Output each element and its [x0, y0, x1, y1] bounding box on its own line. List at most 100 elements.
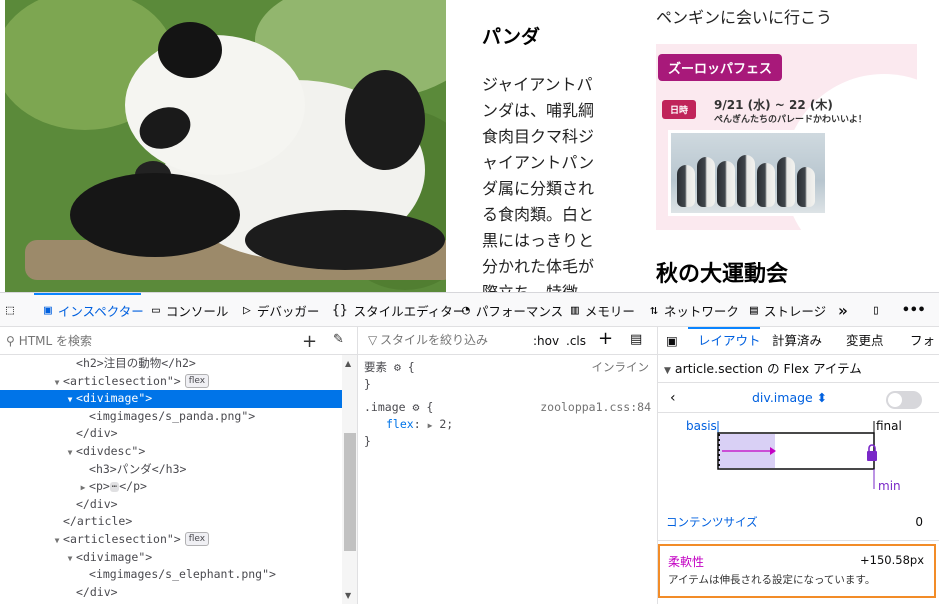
html-search-input[interactable]: [18, 333, 279, 348]
markup-node[interactable]: ▼ <divimage">: [0, 549, 342, 567]
rule-declaration[interactable]: flex: ▶ 2;: [358, 416, 657, 433]
expanded-twisty-icon[interactable]: ▼: [51, 532, 63, 550]
flex-highlight-toggle[interactable]: [886, 391, 922, 409]
sidebar-tabs: ▣ レイアウト 計算済み 変更点 フォ: [658, 327, 939, 355]
layout-view: ▣ レイアウト 計算済み 変更点 フォ ▼ article.section の …: [658, 327, 939, 604]
tab-storage[interactable]: ▤ ストレージ: [750, 293, 826, 327]
devtools-menu-button[interactable]: •••: [902, 293, 925, 327]
tab-performance[interactable]: ◔ パフォーマンス: [462, 293, 563, 327]
scrollbar-thumb[interactable]: [344, 433, 356, 551]
collapsed-twisty-icon[interactable]: ▶: [77, 479, 89, 497]
tab-network[interactable]: ⇅ ネットワーク: [650, 293, 739, 327]
markup-node[interactable]: ▼ <articlesection"> flex: [0, 373, 342, 391]
rules-toolbar: ▽ :hov .cls + ▤: [358, 327, 657, 355]
property-value[interactable]: 2: [439, 417, 446, 431]
eyedropper-icon[interactable]: ✎: [333, 332, 344, 347]
markup-node-text: <imgimages/s_elephant.png">: [89, 567, 276, 582]
tab-memory[interactable]: ▥ メモリー: [571, 293, 635, 327]
flexibility-label: 柔軟性: [668, 555, 705, 569]
gear-icon[interactable]: ⚙: [394, 360, 408, 374]
tab-changes[interactable]: 変更点: [846, 327, 884, 355]
storage-icon: ▤: [750, 302, 758, 318]
tab-style-editor[interactable]: {} スタイルエディター: [332, 293, 465, 327]
markup-node[interactable]: <h2>注目の動物</h2>: [0, 355, 342, 373]
markup-node[interactable]: <imgimages/s_panda.png">: [0, 408, 342, 426]
network-icon: ⇅: [650, 302, 658, 318]
rule-source-link[interactable]: zooloppa1.css:84: [540, 399, 651, 416]
image-rule-header: .image ⚙ { zooloppa1.css:84: [364, 399, 651, 416]
flex-item-selector-row: ‹ div.image ⬍: [658, 383, 939, 413]
markup-node[interactable]: <h3>パンダ</h3>: [0, 461, 342, 479]
style-filter-input[interactable]: [380, 333, 520, 347]
devtools-panel: ⬚ ▣ インスペクター ▭ コンソール ▷ デバッガー {} スタイルエディター…: [0, 292, 939, 604]
expanded-twisty-icon[interactable]: ▼: [64, 550, 76, 568]
markup-node[interactable]: </article>: [0, 513, 342, 531]
cls-toggle[interactable]: .cls: [566, 334, 586, 348]
markup-node[interactable]: ▼ <articlesection"> flex: [0, 531, 342, 549]
markup-node[interactable]: </div>: [0, 584, 342, 602]
tab-label: コンソール: [165, 303, 229, 319]
inline-label: インライン: [591, 360, 650, 374]
markup-node-text: <h2>注目の動物</h2>: [76, 356, 196, 370]
print-simulation-icon[interactable]: ▤: [630, 332, 642, 347]
add-rule-icon[interactable]: +: [598, 328, 613, 349]
flexibility-value: +150.58px: [860, 553, 924, 567]
collapse-icon: ▼: [664, 366, 671, 376]
more-tabs-button[interactable]: »: [838, 293, 848, 327]
tab-debugger[interactable]: ▷ デバッガー: [243, 293, 319, 327]
property-name[interactable]: flex: [386, 417, 414, 431]
gear-icon[interactable]: ⚙: [412, 400, 426, 414]
expand-icon[interactable]: ▶: [428, 421, 433, 430]
flex-badge[interactable]: flex: [184, 374, 210, 389]
flex-item-title: article.section の Flex アイテム: [674, 361, 862, 376]
markup-node-text: <h3>パンダ</h3>: [89, 461, 187, 476]
markup-node[interactable]: ▼ <divimage">: [0, 390, 342, 408]
tab-layout[interactable]: レイアウト: [698, 327, 761, 355]
penguin-link[interactable]: ペンギンに会いに行こう: [656, 4, 926, 28]
element-rule-header: 要素 ⚙ { インライン: [364, 360, 650, 374]
flex-item-select[interactable]: div.image ⬍: [752, 383, 827, 413]
back-icon[interactable]: ‹: [670, 383, 676, 413]
right-column: ペンギンに会いに行こう ズーロッパフェス 日時 9/21 (水) ~ 22 (木…: [656, 0, 926, 287]
rule-selector[interactable]: .image: [364, 400, 406, 414]
tab-console[interactable]: ▭ コンソール: [152, 293, 228, 327]
hov-toggle[interactable]: :hov: [533, 334, 559, 348]
markup-node[interactable]: </div>: [0, 425, 342, 443]
penguin-figure: [737, 155, 755, 207]
zoo-fes-banner[interactable]: ズーロッパフェス 日時 9/21 (水) ~ 22 (木) ぺんぎんたちのパレー…: [656, 44, 917, 230]
penguin-figure: [797, 167, 815, 207]
markup-view: ⚲ + ✎ <h2>注目の動物</h2>▼<articlesection">fl…: [0, 327, 358, 604]
markup-node[interactable]: <imgimages/s_elephant.png">: [0, 566, 342, 584]
markup-node-text: <imgimages/s_panda.png">: [89, 408, 256, 423]
markup-node[interactable]: ▼ <divdesc">: [0, 443, 342, 461]
markup-node[interactable]: </div>: [0, 496, 342, 514]
tab-inspector[interactable]: ▣ インスペクター: [44, 293, 144, 327]
element-rule-close: }: [364, 377, 371, 391]
markup-node-text: <divimage">: [76, 391, 153, 406]
expanded-twisty-icon[interactable]: ▼: [64, 391, 76, 409]
markup-node-text: </article>: [63, 514, 133, 529]
element-picker-button[interactable]: ⬚: [6, 293, 14, 327]
scroll-up-icon[interactable]: ▲: [345, 359, 351, 368]
expanded-twisty-icon[interactable]: ▼: [51, 374, 63, 392]
responsive-design-icon: ▯: [872, 302, 880, 318]
markup-node-text: <divdesc">: [76, 443, 146, 458]
add-node-icon[interactable]: +: [302, 331, 317, 352]
markup-node[interactable]: ▶ <p> ⋯ </p>: [0, 478, 342, 496]
markup-node-text: </div>: [76, 584, 118, 599]
scroll-down-icon[interactable]: ▼: [345, 591, 351, 600]
tab-fonts[interactable]: フォ: [910, 327, 935, 355]
style-editor-icon: {}: [332, 302, 348, 318]
flexibility-description: アイテムは伸長される設定になっています。: [668, 574, 876, 586]
markup-scrollbar[interactable]: ▲ ▼: [342, 355, 357, 604]
devtools-toolbar: ⬚ ▣ インスペクター ▭ コンソール ▷ デバッガー {} スタイルエディター…: [0, 293, 939, 327]
sidebar-toggle-icon[interactable]: ▣: [666, 327, 678, 355]
penguin-figure: [697, 157, 715, 207]
banner-title: ズーロッパフェス: [658, 54, 783, 81]
expanded-twisty-icon[interactable]: ▼: [64, 444, 76, 462]
markup-node-text: <divimage">: [76, 549, 153, 564]
flex-badge[interactable]: flex: [184, 532, 210, 547]
responsive-design-button[interactable]: ▯: [872, 293, 880, 327]
tab-computed[interactable]: 計算済み: [772, 327, 822, 355]
flex-item-header[interactable]: ▼ article.section の Flex アイテム: [658, 355, 939, 383]
